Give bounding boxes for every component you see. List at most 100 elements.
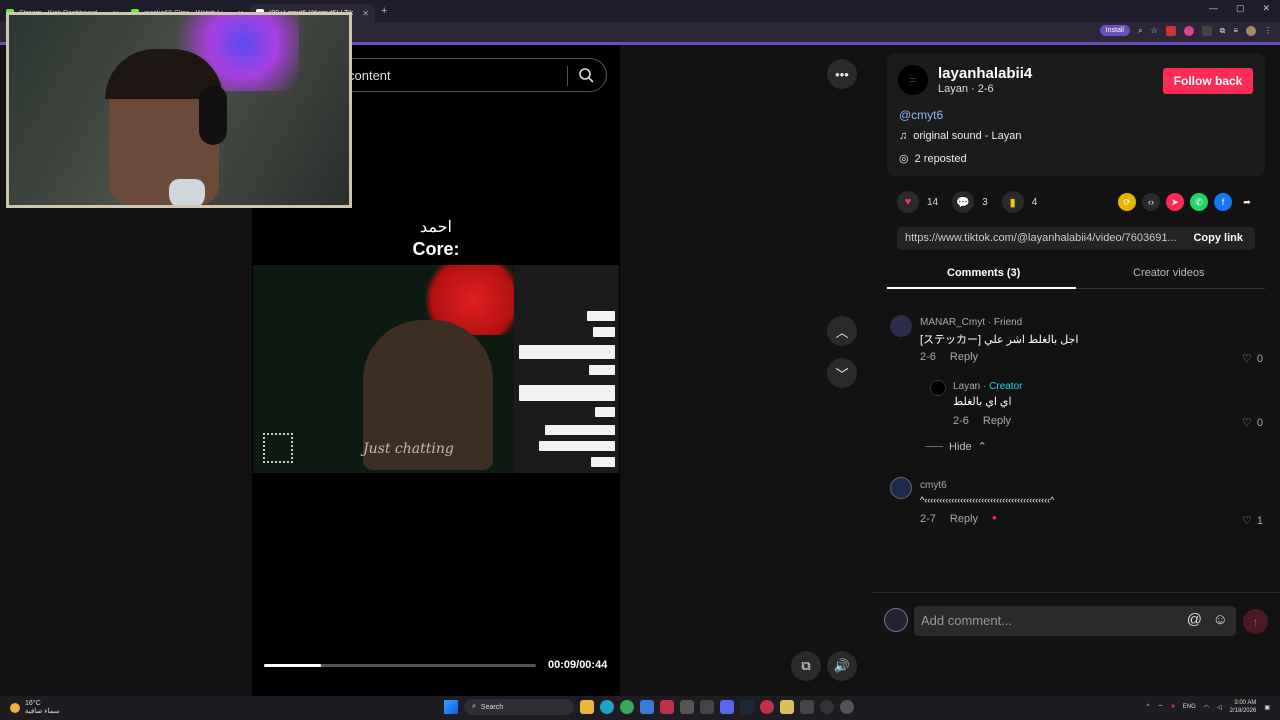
like-button[interactable]: ♥ 14 <box>897 191 938 213</box>
language-indicator[interactable]: ENG <box>1183 704 1196 710</box>
comment-input[interactable]: Add comment... @ ☺ <box>914 606 1236 636</box>
extensions-puzzle-icon[interactable]: ⧉ <box>1220 26 1226 36</box>
reply-meta: 2-6 Reply <box>953 415 1011 427</box>
save-button[interactable]: ▮ 4 <box>1001 191 1037 213</box>
more-options-button[interactable]: ••• <box>827 59 857 89</box>
more-vert-icon[interactable]: ⋮ <box>1264 26 1272 35</box>
panel-tabs: Comments (3) Creator videos <box>887 265 1265 289</box>
more-horizontal-icon: ••• <box>835 66 849 82</box>
reply-button[interactable]: Reply <box>950 513 978 525</box>
app-icon[interactable] <box>660 700 674 714</box>
send-to-friend-icon[interactable]: ➤ <box>1166 193 1184 211</box>
minimize-button[interactable]: — <box>1209 3 1218 14</box>
comment-button[interactable]: 💬 3 <box>952 191 988 213</box>
comment-like[interactable]: ♡ 1 <box>1242 514 1263 528</box>
mention-at-icon[interactable]: @ <box>1187 611 1202 628</box>
whatsapp-icon[interactable]: ✆ <box>1190 193 1208 211</box>
comment-text: ^‹‹‹‹‹‹‹‹‹‹‹‹‹‹‹‹‹‹‹‹‹‹‹‹‹‹‹‹‹‹‹‹‹‹‹‹‹‹‹… <box>920 495 1055 505</box>
windows-start-icon[interactable] <box>444 700 458 714</box>
taskbar-clock[interactable]: 3:00 AM 2/18/2026 <box>1230 699 1257 715</box>
search-bar[interactable]: content <box>330 58 607 92</box>
app-icon[interactable] <box>780 700 794 714</box>
my-avatar[interactable] <box>884 608 908 632</box>
reply-like[interactable]: ♡ 0 <box>1242 416 1263 430</box>
close-icon[interactable]: ✕ <box>362 9 369 18</box>
extension-icon[interactable] <box>1165 25 1176 36</box>
reply-button[interactable]: Reply <box>950 351 978 363</box>
reply-author[interactable]: Layan · Creator <box>953 381 1022 392</box>
follow-back-button[interactable]: Follow back <box>1163 68 1253 94</box>
install-button[interactable]: Install <box>1099 25 1130 36</box>
arrow-up-icon: ↑ <box>1252 614 1259 629</box>
author-username[interactable]: layanhalabii4 <box>938 65 1032 82</box>
chrome-icon[interactable] <box>620 700 634 714</box>
tray-app-icon[interactable]: ■ <box>1171 704 1175 710</box>
reposted-info[interactable]: ◎ 2 reposted <box>899 152 967 166</box>
app-icon[interactable] <box>760 700 774 714</box>
menu-lines-icon[interactable]: ≡ <box>1233 26 1238 35</box>
comment-like-count: 0 <box>1256 352 1263 365</box>
steam-icon[interactable] <box>740 700 754 714</box>
creator-tag: · Creator <box>980 381 1023 392</box>
commenter-avatar[interactable] <box>890 315 912 337</box>
app-icon[interactable] <box>700 700 714 714</box>
video-time: 00:09/00:44 <box>548 659 608 671</box>
new-tab-button[interactable]: + <box>381 5 387 17</box>
app-icon[interactable] <box>680 700 694 714</box>
headphones <box>199 85 227 145</box>
previous-video-button[interactable]: ︿ <box>827 316 857 346</box>
caption-mention[interactable]: @cmyt6 <box>899 108 943 122</box>
extension-icon[interactable] <box>1201 25 1212 36</box>
search-icon[interactable] <box>578 67 594 83</box>
discord-icon[interactable] <box>720 700 734 714</box>
wifi-icon[interactable]: ◠ <box>1204 704 1209 711</box>
share-arrow-icon[interactable]: ➦ <box>1238 193 1256 211</box>
obs-icon[interactable] <box>820 700 834 714</box>
copy-link-button[interactable]: Copy link <box>1193 232 1243 244</box>
notification-icon[interactable]: ▣ <box>1264 704 1270 711</box>
heart-outline-icon: ♡ <box>1242 515 1252 527</box>
video-progress-bar[interactable] <box>264 664 536 667</box>
facebook-icon[interactable]: f <box>1214 193 1232 211</box>
taskbar-search[interactable]: ⌕ Search <box>464 699 574 715</box>
weather-widget[interactable]: 16°C سماء صافية <box>10 700 60 716</box>
commenter-avatar[interactable] <box>890 477 912 499</box>
volume-button[interactable]: 🔊 <box>827 651 857 681</box>
repost-icon[interactable]: ⟳ <box>1118 193 1136 211</box>
search-input[interactable]: content <box>348 68 391 83</box>
pip-button[interactable]: ⧉ <box>791 651 821 681</box>
comment-author[interactable]: MANAR_Cmyt · Friend <box>920 317 1022 328</box>
zoom-icon[interactable]: ⌕ <box>1138 26 1142 36</box>
emoji-icon[interactable]: ☺ <box>1213 611 1228 628</box>
post-comment-button[interactable]: ↑ <box>1243 609 1268 634</box>
edge-icon[interactable] <box>600 700 614 714</box>
file-explorer-icon[interactable] <box>580 700 594 714</box>
extension-icon[interactable] <box>1183 25 1194 36</box>
network-icon[interactable]: ⌔ <box>1157 703 1163 711</box>
reply-button[interactable]: Reply <box>983 415 1011 427</box>
tab-creator-videos[interactable]: Creator videos <box>1133 267 1205 279</box>
reply-avatar[interactable] <box>930 380 946 396</box>
taskbar-search-label: Search <box>480 703 504 711</box>
tab-comments[interactable]: Comments (3) <box>947 267 1020 279</box>
profile-avatar[interactable] <box>1246 25 1256 36</box>
next-video-button[interactable]: ﹀ <box>827 358 857 388</box>
heart-outline-icon: ♡ <box>1242 417 1252 429</box>
app-icon[interactable] <box>800 700 814 714</box>
author-avatar[interactable]: ::: <box>898 65 928 95</box>
maximize-button[interactable]: ▢ <box>1236 3 1245 14</box>
store-icon[interactable] <box>640 700 654 714</box>
close-window-button[interactable]: ✕ <box>1262 3 1270 14</box>
comment-meta: 2-7 Reply ● <box>920 513 997 525</box>
comment-author-tag: · Friend <box>985 317 1023 328</box>
comment-like[interactable]: ♡ 0 <box>1242 352 1263 366</box>
volume-icon[interactable]: ◁ <box>1217 704 1222 711</box>
embed-icon[interactable]: ‹› <box>1142 193 1160 211</box>
chevron-up-icon[interactable]: ^ <box>1147 704 1150 710</box>
bookmark-star-icon[interactable]: ☆ <box>1150 26 1157 35</box>
hide-replies-button[interactable]: Hide ⌃ <box>925 440 987 453</box>
video-overlay-core: Core: <box>412 239 460 259</box>
settings-gear-icon[interactable] <box>840 700 854 714</box>
sound-link[interactable]: ♫ original sound - Layan <box>899 130 1022 142</box>
comment-author[interactable]: cmyt6 <box>920 480 947 491</box>
